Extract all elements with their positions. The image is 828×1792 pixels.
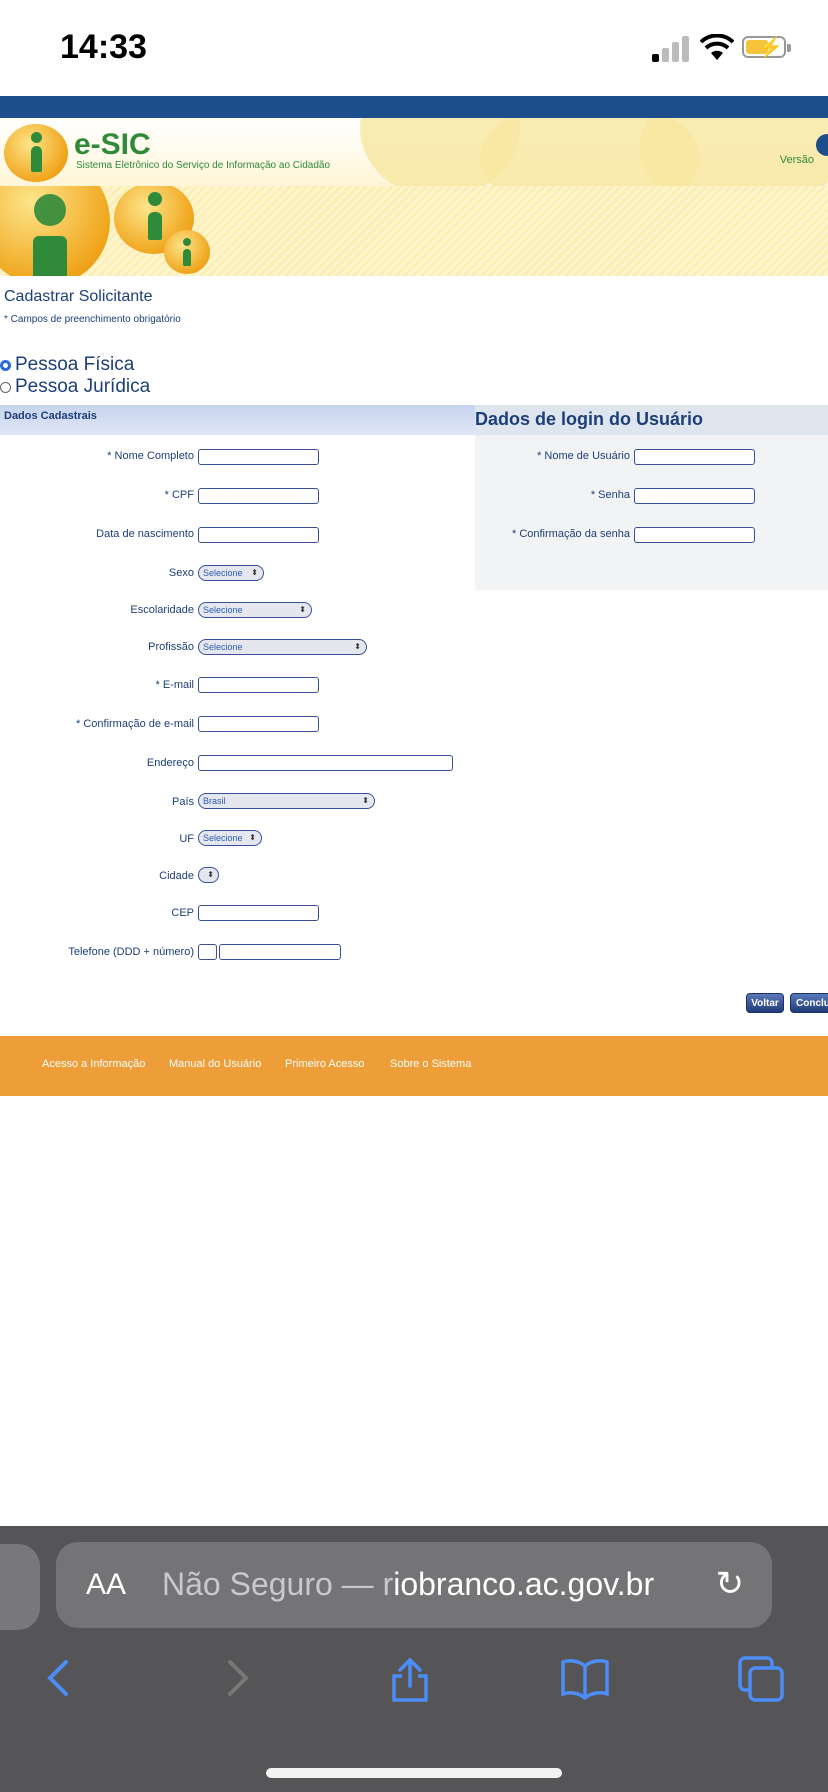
- label-cpf: * CPF: [164, 489, 194, 501]
- top-color-bar: [0, 96, 828, 118]
- radio-unselected-icon[interactable]: [0, 381, 11, 393]
- url-text[interactable]: Não Seguro — riobranco.ac.gov.br: [162, 1566, 654, 1603]
- footer-link-sobre[interactable]: Sobre o Sistema: [390, 1058, 471, 1070]
- footer-link-primeiro-acesso[interactable]: Primeiro Acesso: [285, 1058, 364, 1070]
- label-pais: País: [171, 796, 194, 808]
- data-nascimento-input[interactable]: [198, 527, 319, 543]
- label-senha: * Senha: [590, 489, 630, 501]
- page-title: Cadastrar Solicitante: [4, 288, 153, 305]
- chevron-updown-icon: ⬍: [354, 642, 361, 651]
- section-heading: Dados Cadastrais: [4, 410, 97, 422]
- text-size-button[interactable]: AA: [86, 1568, 126, 1602]
- footer-link-manual[interactable]: Manual do Usuário: [169, 1058, 261, 1070]
- site-header: e-SIC Sistema Eletrônico do Serviço de I…: [0, 118, 828, 186]
- select-value: Brasil: [203, 796, 226, 806]
- previous-tab-preview[interactable]: [0, 1544, 40, 1630]
- wifi-icon: [699, 33, 735, 62]
- dados-cadastrais-header: Dados Cadastrais: [0, 405, 475, 435]
- aa-label: AA: [86, 1568, 127, 1601]
- select-value: Selecione: [203, 568, 243, 578]
- label-email: * E-mail: [155, 679, 194, 691]
- address-bar[interactable]: AA Não Seguro — riobranco.ac.gov.br ↻: [56, 1542, 772, 1628]
- chevron-updown-icon: ⬍: [207, 870, 214, 879]
- label-escolaridade: Escolaridade: [130, 604, 194, 616]
- senha-confirm-input[interactable]: [634, 527, 755, 543]
- footer-link-acesso[interactable]: Acesso a Informação: [42, 1058, 145, 1070]
- label-telefone: Telefone (DDD + número): [68, 946, 194, 958]
- label-endereco: Endereço: [146, 757, 194, 769]
- label-usuario: * Nome de Usuário: [537, 450, 630, 462]
- radio-pessoa-fisica[interactable]: Pessoa Física: [0, 354, 134, 376]
- label-senha-confirm: * Confirmação da senha: [511, 528, 630, 540]
- profissao-select[interactable]: Selecione ⬍: [198, 639, 367, 655]
- status-bar: 14:33 ⚡: [0, 0, 828, 96]
- select-value: Selecione: [203, 833, 243, 843]
- chevron-updown-icon: ⬍: [249, 833, 256, 842]
- chevron-updown-icon: ⬍: [299, 605, 306, 614]
- brand-subtitle: Sistema Eletrônico do Serviço de Informa…: [76, 160, 331, 171]
- label-cidade: Cidade: [159, 870, 194, 882]
- concluir-button[interactable]: Conclu: [790, 993, 828, 1013]
- voltar-button[interactable]: Voltar: [746, 993, 784, 1013]
- battery-icon: ⚡: [742, 36, 791, 59]
- nome-completo-input[interactable]: [198, 449, 319, 465]
- chevron-updown-icon: ⬍: [251, 568, 258, 577]
- label-nome: * Nome Completo: [107, 450, 194, 462]
- label-nascimento: Data de nascimento: [96, 528, 194, 540]
- radio-label: Pessoa Jurídica: [15, 376, 151, 397]
- back-icon[interactable]: [42, 1656, 76, 1710]
- label-sexo: Sexo: [168, 567, 194, 579]
- reload-icon[interactable]: ↻: [716, 1564, 745, 1604]
- uf-select[interactable]: Selecione ⬍: [198, 830, 262, 846]
- label-email-confirm: * Confirmação de e-mail: [76, 718, 194, 730]
- chevron-updown-icon: ⬍: [362, 796, 369, 805]
- url-domain: iobranco.ac.gov.br: [393, 1566, 655, 1602]
- share-icon[interactable]: [388, 1656, 432, 1714]
- bookmarks-icon[interactable]: [560, 1656, 610, 1710]
- tabs-icon[interactable]: [738, 1656, 786, 1712]
- ddd-input[interactable]: [198, 944, 217, 960]
- clock: 14:33: [60, 28, 147, 66]
- section-heading: Dados de login do Usuário: [475, 409, 704, 429]
- cep-input[interactable]: [198, 905, 319, 921]
- select-value: Selecione: [203, 605, 243, 615]
- label-uf: UF: [179, 833, 194, 845]
- email-confirm-input[interactable]: [198, 716, 319, 732]
- radio-label: Pessoa Física: [15, 354, 135, 375]
- forward-icon[interactable]: [220, 1656, 254, 1710]
- escolaridade-select[interactable]: Selecione ⬍: [198, 602, 312, 618]
- banner-large-i-icon: [0, 186, 110, 276]
- login-section-header: Dados de login do Usuário: [475, 405, 828, 435]
- required-note: * Campos de preenchimento obrigatório: [4, 314, 181, 325]
- telefone-input[interactable]: [219, 944, 341, 960]
- version-link[interactable]: Versão: [780, 154, 814, 166]
- endereco-input[interactable]: [198, 755, 453, 771]
- sexo-select[interactable]: Selecione ⬍: [198, 565, 264, 581]
- header-banner: [0, 186, 828, 276]
- nome-usuario-input[interactable]: [634, 449, 755, 465]
- url-security-label: Não Seguro — r: [162, 1566, 394, 1602]
- select-value: Selecione: [203, 642, 243, 652]
- email-input[interactable]: [198, 677, 319, 693]
- label-profissao: Profissão: [148, 641, 194, 653]
- pais-select[interactable]: Brasil ⬍: [198, 793, 375, 809]
- esic-logo-icon: [4, 124, 68, 182]
- senha-input[interactable]: [634, 488, 755, 504]
- browser-toolbar: AA Não Seguro — riobranco.ac.gov.br ↻: [0, 1526, 828, 1792]
- label-cep: CEP: [171, 907, 194, 919]
- brand-name: e-SIC: [74, 128, 151, 161]
- cidade-select[interactable]: ⬍: [198, 867, 219, 883]
- radio-selected-icon[interactable]: [0, 359, 11, 371]
- radio-pessoa-juridica[interactable]: Pessoa Jurídica: [0, 376, 150, 398]
- cellular-signal-icon: [652, 36, 692, 62]
- cpf-input[interactable]: [198, 488, 319, 504]
- site-footer: Acesso a Informação Manual do Usuário Pr…: [0, 1036, 828, 1096]
- banner-small-i-icon: [164, 230, 210, 274]
- home-indicator[interactable]: [266, 1768, 562, 1778]
